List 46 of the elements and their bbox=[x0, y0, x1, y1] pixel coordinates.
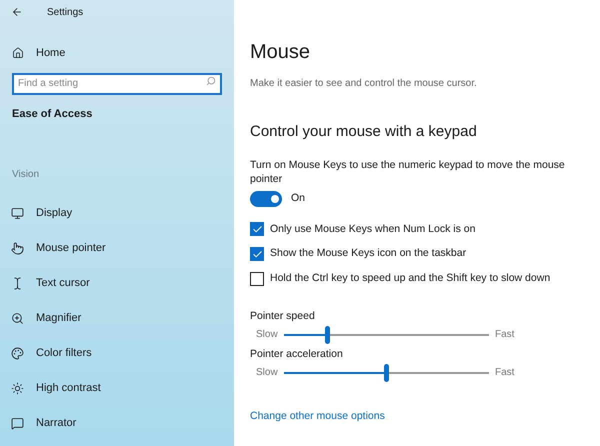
page-subtitle: Make it easier to see and control the mouse cursor. bbox=[250, 77, 478, 91]
search-field[interactable]: Find a setting bbox=[12, 72, 222, 94]
slider[interactable] bbox=[284, 326, 489, 344]
nav-item[interactable]: Magnifier bbox=[0, 300, 234, 336]
check-icon bbox=[252, 224, 262, 235]
checkbox-label: Show the Mouse Keys icon on the taskbar bbox=[270, 246, 466, 262]
check-icon bbox=[252, 248, 262, 260]
magnifier-icon bbox=[11, 312, 24, 324]
slider-max-label: Fast bbox=[495, 366, 514, 380]
checkbox-label: Hold the Ctrl key to speed up and the Shift key to slow down bbox=[270, 271, 550, 286]
toggle-description: Turn on Mouse Keys to use the numeric keypad to move the mouse pointer bbox=[250, 158, 566, 186]
page-title: Mouse bbox=[250, 40, 312, 64]
checkbox-label: Only use Mouse Keys when Num Lock is on bbox=[270, 222, 476, 236]
slider-thumb[interactable] bbox=[384, 364, 389, 382]
search-icon bbox=[206, 76, 216, 86]
section-title: Ease of Access bbox=[11, 107, 94, 122]
slider[interactable] bbox=[284, 364, 489, 382]
nav-item[interactable]: Color filters bbox=[0, 336, 234, 370]
monitor-icon bbox=[11, 206, 24, 220]
checkbox[interactable] bbox=[250, 247, 264, 262]
group-label: Vision bbox=[11, 168, 40, 182]
home-icon bbox=[12, 47, 24, 59]
slider-min-label: Slow bbox=[255, 366, 279, 380]
slider-thumb[interactable] bbox=[324, 326, 330, 344]
checkbox[interactable] bbox=[250, 222, 264, 236]
nav-item[interactable]: Mouse pointer bbox=[0, 230, 234, 266]
toggle-state: On bbox=[291, 190, 306, 206]
nav-item[interactable]: Display bbox=[0, 196, 234, 230]
checkbox[interactable] bbox=[250, 272, 264, 286]
nav-item[interactable]: High contrast bbox=[0, 370, 234, 406]
toggle-switch[interactable] bbox=[250, 190, 282, 206]
speech-bubble-icon bbox=[11, 416, 24, 430]
section-heading: Control your mouse with a keypad bbox=[250, 122, 478, 142]
slider-label: Pointer speed bbox=[250, 308, 316, 323]
mouse-options-link[interactable]: Change other mouse options bbox=[250, 408, 590, 424]
nav-item[interactable]: Narrator bbox=[0, 406, 234, 440]
palette-icon bbox=[11, 346, 24, 360]
sun-icon bbox=[11, 382, 24, 394]
slider-max-label: Fast bbox=[495, 328, 514, 342]
back-icon[interactable] bbox=[11, 6, 23, 18]
slider-label: Pointer acceleration bbox=[250, 346, 344, 361]
home-link[interactable]: Home bbox=[0, 44, 234, 62]
nav-item[interactable]: Text cursor bbox=[0, 266, 234, 300]
hand-pointer-icon bbox=[11, 242, 24, 254]
slider-min-label: Slow bbox=[255, 328, 279, 342]
window-title: Settings bbox=[47, 6, 84, 20]
